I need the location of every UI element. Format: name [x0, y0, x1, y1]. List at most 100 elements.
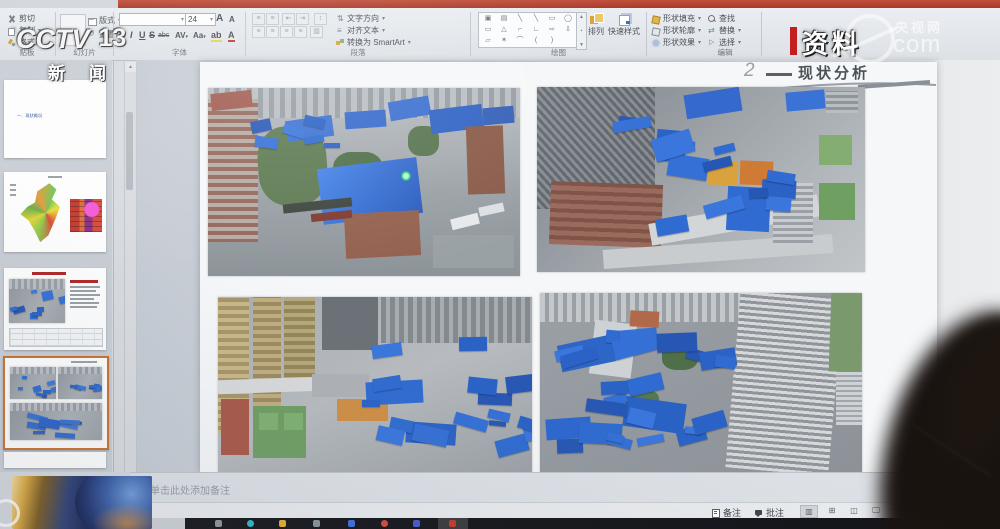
app-icon-blue[interactable] — [348, 520, 355, 527]
scrollbar-thumb[interactable] — [126, 112, 133, 190]
normal-view-button[interactable]: ▥ — [800, 505, 818, 518]
micro-title — [71, 361, 97, 363]
slide-thumbnail-5-partial[interactable] — [4, 452, 106, 468]
blue-tarp-roof — [713, 142, 736, 155]
smartart-icon — [336, 39, 344, 47]
blue-tarp-roof — [10, 306, 17, 312]
reading-view-button[interactable]: ◫ — [846, 505, 862, 516]
aerial-feature — [836, 372, 862, 426]
shape-effects-icon — [652, 39, 660, 47]
font-name-combo[interactable]: ▾ — [119, 13, 187, 26]
app-icon-gray[interactable] — [215, 520, 222, 527]
italic-button[interactable]: I — [130, 30, 133, 40]
strikethrough-button[interactable]: S — [149, 30, 155, 40]
justify-button[interactable]: ≡ — [294, 26, 307, 38]
arrange-icon — [590, 13, 603, 25]
shapes-gallery[interactable]: ▣▤╲╲▭◯ ▭△⌐∟⇨⇩ ▱✶⌒() — [478, 12, 578, 48]
powerpoint-app-icon[interactable] — [449, 520, 456, 527]
zoning-map — [17, 182, 75, 244]
slide-canvas[interactable]: 2 现状分析 — [200, 62, 937, 472]
font-size-combo[interactable]: 24▾ — [185, 13, 216, 26]
active-app-tile[interactable] — [438, 518, 468, 529]
editing-group-label: 编辑 — [690, 47, 760, 58]
aerial-feature — [683, 87, 742, 119]
aerial-feature — [10, 367, 56, 374]
aerial-photo-1 — [208, 88, 520, 276]
news-channel-logo — [12, 476, 152, 529]
app-icon-settings[interactable] — [313, 520, 320, 527]
align-right-button[interactable]: ≡ — [280, 26, 293, 38]
arrange-label: 排列 — [588, 26, 604, 37]
scissors-icon — [8, 15, 16, 23]
increase-indent-button[interactable]: ⇥ — [296, 13, 309, 25]
slide-thumbnail-3[interactable] — [4, 268, 106, 350]
char-spacing-button[interactable]: AV▾ — [175, 31, 188, 40]
micro-red-heading — [70, 280, 98, 283]
aerial-feature — [284, 413, 303, 431]
aerial-feature — [630, 310, 660, 328]
slide-thumbnail-4-selected[interactable] — [3, 356, 109, 450]
aerial-feature — [312, 374, 369, 397]
bullets-button[interactable]: ≡ — [252, 13, 265, 25]
paragraph-group-label: 段落 — [246, 47, 470, 58]
change-case-button[interactable]: Aa▾ — [193, 31, 206, 40]
aerial-feature — [826, 91, 859, 113]
blue-tarp-roof — [47, 380, 56, 386]
columns-button[interactable]: ▥ — [310, 26, 323, 38]
micro-text — [70, 294, 100, 296]
blue-tarp-roof — [79, 385, 87, 391]
slide-thumbnail-1[interactable]: 一、现状概况 — [4, 80, 106, 158]
align-text-button[interactable]: 对齐文本 ▾ — [336, 25, 385, 36]
text-direction-icon — [336, 15, 344, 23]
aerial-feature — [433, 235, 514, 269]
subscript-button[interactable]: abc — [158, 32, 169, 39]
shape-outline-icon — [652, 27, 660, 35]
aerial-feature — [450, 213, 480, 231]
micro-text — [10, 194, 16, 196]
aerial-feature — [381, 297, 532, 343]
quick-styles-icon — [618, 13, 631, 25]
align-left-button[interactable]: ≡ — [252, 26, 265, 38]
shape-fill-button[interactable]: 形状填充▾ — [652, 13, 701, 24]
micro-text — [10, 184, 16, 186]
quick-styles-button[interactable]: 快速样式 — [608, 13, 640, 37]
app-icon-red[interactable] — [381, 520, 388, 527]
arrange-button[interactable]: 排列 — [588, 13, 604, 37]
thumb-photo — [10, 403, 102, 440]
cut-button[interactable]: 剪切 — [8, 13, 35, 24]
window-edge — [0, 0, 118, 8]
find-button[interactable]: 查找 — [708, 13, 735, 24]
underline-button[interactable]: U — [139, 30, 146, 40]
blue-tarp-roof — [453, 411, 489, 432]
shrink-font-button[interactable]: A — [229, 15, 235, 24]
blue-tarp-roof — [58, 294, 65, 304]
app-icon-cyan[interactable] — [247, 520, 254, 527]
shapes-gallery-scroll[interactable]: ▲▪▼ — [576, 12, 587, 50]
panel-scrollbar[interactable]: ▲ — [124, 62, 137, 472]
decrease-indent-button[interactable]: ⇤ — [282, 13, 295, 25]
notes-pane[interactable]: 单击此处添加备注 — [130, 472, 1000, 503]
folder-icon[interactable] — [279, 520, 286, 527]
app-icon-indigo[interactable] — [413, 520, 420, 527]
slide-editing-area: 2 现状分析 — [137, 60, 1000, 472]
slide-sorter-view-button[interactable]: ⊞ — [824, 505, 840, 516]
aerial-feature — [819, 135, 852, 165]
blue-tarp-roof — [41, 290, 54, 301]
text-direction-button[interactable]: 文字方向 ▾ — [336, 13, 385, 24]
aerial-photo-3 — [218, 297, 532, 472]
highlight-color-button[interactable]: ab — [211, 30, 222, 42]
numbering-button[interactable]: ≡ — [266, 13, 279, 25]
archive-tag-bar — [790, 27, 797, 55]
shape-outline-button[interactable]: 形状轮廓▾ — [652, 25, 701, 36]
thumb-photo — [9, 279, 65, 323]
blue-tarp-roof — [18, 387, 23, 390]
slide-thumbnail-2[interactable] — [4, 172, 106, 252]
aerial-feature — [284, 297, 315, 381]
blue-tarp-roof — [36, 393, 44, 397]
blue-tarp-roof — [692, 410, 729, 435]
font-color-button[interactable]: A — [228, 30, 235, 42]
replace-button[interactable]: 替换▾ — [708, 25, 741, 36]
align-center-button[interactable]: ≡ — [266, 26, 279, 38]
grow-font-button[interactable]: A — [216, 13, 223, 24]
line-spacing-button[interactable]: ↕ — [314, 13, 327, 25]
